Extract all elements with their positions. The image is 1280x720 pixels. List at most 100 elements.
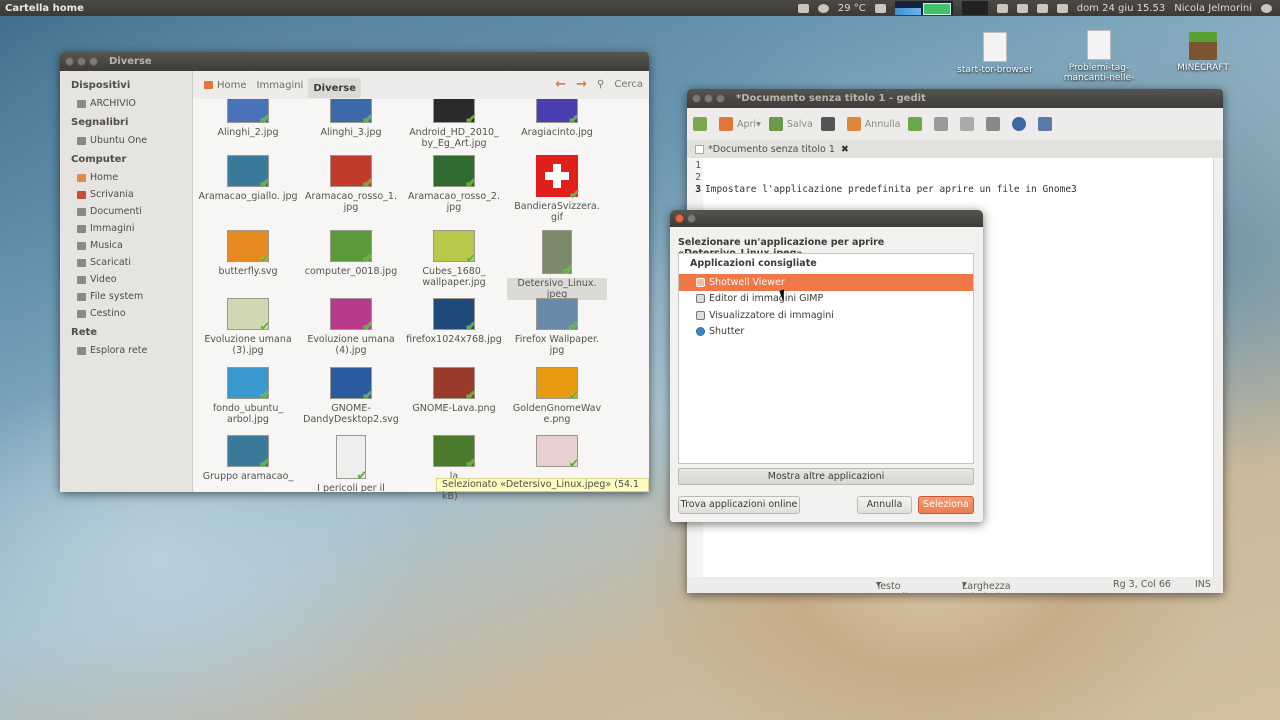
file-item[interactable]: ✔ firefox1024x768.jpg [404,298,504,345]
tab-width-selector[interactable]: Larghezza tabulazione: 8 ▾ [962,579,1021,593]
sidebar-item-immagini[interactable]: Immagini [60,220,192,237]
close-tab-icon[interactable]: ✖ [841,144,849,155]
mail-icon[interactable] [996,3,1008,13]
file-item[interactable]: ✔ Alinghi_2.jpg [198,99,298,138]
volume-icon[interactable] [1056,3,1068,13]
file-item[interactable]: ✔ butterfly.svg [198,230,298,277]
search-button-label[interactable]: Cerca [614,79,643,90]
system-monitor-graph-2[interactable] [961,1,988,15]
dropbox-icon[interactable] [797,3,809,13]
redo-button[interactable] [908,117,926,131]
dialog-titlebar[interactable] [670,210,983,227]
file-manager-titlebar[interactable]: Diverse [60,52,649,71]
file-item[interactable]: ✔ GNOME- DandyDesktop2.svg [301,367,401,425]
close-icon[interactable] [692,94,701,103]
sidebar-item-home[interactable]: Home [60,169,192,186]
bluetooth-icon[interactable] [1036,3,1048,13]
copy-button[interactable] [960,117,978,131]
file-item[interactable]: ✔ Evoluzione umana (3).jpg [198,298,298,356]
weather-icon[interactable] [817,3,829,13]
sidebar-item-video[interactable]: Video [60,271,192,288]
file-item[interactable]: ✔ fondo_ubuntu_ arbol.jpg [198,367,298,425]
undo-button[interactable]: Annulla [846,117,900,131]
file-item[interactable]: ✔ Cubes_1680_ wallpaper.jpg [404,230,504,288]
file-item[interactable]: ✔ la [404,435,504,482]
app-item-shutter[interactable]: Shutter [679,324,973,341]
search-icon[interactable]: ⚲ [597,79,604,90]
language-selector[interactable]: Testo semplice ▾ [876,579,918,593]
cancel-button[interactable]: Annulla [857,496,912,514]
desktop-icon-minecraft[interactable]: MINECRAFT [1153,32,1253,73]
back-arrow-icon[interactable]: ← [555,77,566,92]
maximize-icon[interactable] [89,57,98,66]
save-button[interactable]: Salva [768,117,813,131]
new-document-button[interactable] [693,117,711,131]
breadcrumb-immagini[interactable]: Immagini [252,75,309,95]
sidebar-item-scrivania[interactable]: Scrivania [60,186,192,203]
file-item[interactable]: ✔ Firefox Wallpaper. jpg [507,298,607,356]
sidebar-item-cestino[interactable]: Cestino [60,305,192,322]
close-icon[interactable] [65,57,74,66]
app-item-gimp[interactable]: Editor di immagini GIMP [679,291,973,308]
show-more-apps-button[interactable]: Mostra altre applicazioni [678,468,974,485]
synced-check-icon: ✔ [259,456,271,472]
file-item[interactable]: ✔ Aramacao_rosso_1. jpg [301,155,401,213]
cut-button[interactable] [934,117,952,131]
system-monitor-graph[interactable] [894,1,953,15]
sidebar-item-musica[interactable]: Musica [60,237,192,254]
file-item[interactable]: ✔ Aragiacinto.jpg [507,99,607,138]
minimize-icon[interactable] [687,214,696,223]
file-item[interactable]: ✔ GoldenGnomeWav e.png [507,367,607,425]
desktop-icon-start-tor-browser[interactable]: start-tor-browser [945,32,1045,75]
breadcrumb-diverse[interactable]: Diverse [308,78,362,98]
editor-scrollbar[interactable] [1213,158,1223,577]
close-icon[interactable] [675,214,684,223]
user-menu[interactable]: Nicola Jelmorini [1174,3,1252,14]
breadcrumb-home[interactable]: Home [199,75,252,95]
paste-button[interactable] [986,117,1004,131]
file-item[interactable]: ✔ Detersivo_Linux. jpeg [507,230,607,300]
sidebar-item-archivio[interactable]: ARCHIVIO [60,95,192,112]
sidebar-item-file-system[interactable]: File system [60,288,192,305]
file-item[interactable]: ✔ Alinghi_3.jpg [301,99,401,138]
file-name: I pericoli per il [317,483,385,492]
clock[interactable]: dom 24 giu 15.53 [1077,3,1166,14]
sidebar-item-scaricati[interactable]: Scaricati [60,254,192,271]
app-item-shotwell-viewer[interactable]: Shotwell Viewer [679,274,973,291]
maximize-icon[interactable] [716,94,725,103]
print-button[interactable] [820,117,839,131]
sidebar-item-documenti[interactable]: Documenti [60,203,192,220]
power-icon[interactable] [1261,3,1272,13]
select-button[interactable]: Seleziona [918,496,974,514]
sidebar-item-ubuntu-one[interactable]: Ubuntu One [60,132,192,149]
file-item[interactable]: ✔ Android_HD_2010_ by_Eg_Art.jpg [404,99,504,149]
file-item[interactable]: ✔ [507,435,607,471]
list-heading: Applicazioni consigliate [690,258,817,269]
file-item[interactable]: ✔ Evoluzione umana (4).jpg [301,298,401,356]
file-thumbnail: ✔ [536,99,580,127]
find-apps-online-button[interactable]: Trova applicazioni online [678,496,800,514]
file-item[interactable]: ✔ Aramacao_giallo. jpg [198,155,298,202]
sidebar-item-esplora-rete[interactable]: Esplora rete [60,342,192,359]
document-tab[interactable]: *Documento senza titolo 1 ✖ [687,140,1223,158]
file-item[interactable]: ✔ GNOME-Lava.png [404,367,504,414]
file-item[interactable]: ✔ BandieraSvizzera. gif [507,155,607,223]
file-item[interactable]: ✔ I pericoli per il [301,435,401,492]
editor-line-3[interactable]: Impostare l'applicazione predefinita per… [705,184,1077,196]
forward-arrow-icon[interactable]: → [576,77,587,92]
minimize-icon[interactable] [77,57,86,66]
file-item[interactable]: ✔ computer_0018.jpg [301,230,401,277]
find-button[interactable] [1012,117,1030,131]
calendar-icon[interactable] [874,3,886,13]
network-icon[interactable] [1016,3,1028,13]
temperature-indicator[interactable]: 29 °C [838,3,866,14]
file-item[interactable]: ✔ Gruppo aramacao_ [198,435,298,482]
open-button[interactable]: Apri ▾ [719,117,761,131]
gedit-titlebar[interactable]: *Documento senza titolo 1 - gedit [687,89,1223,108]
minimize-icon[interactable] [704,94,713,103]
desktop-icon-problemi-tag[interactable]: Problemi-tag-mancanti-nelle- [1049,30,1149,83]
replace-button[interactable] [1038,117,1056,131]
app-item-image-viewer[interactable]: Visualizzatore di immagini [679,307,973,324]
file-item[interactable]: ✔ Aramacao_rosso_2. jpg [404,155,504,213]
editor-text[interactable]: Impostare l'applicazione predefinita per… [705,160,1077,196]
